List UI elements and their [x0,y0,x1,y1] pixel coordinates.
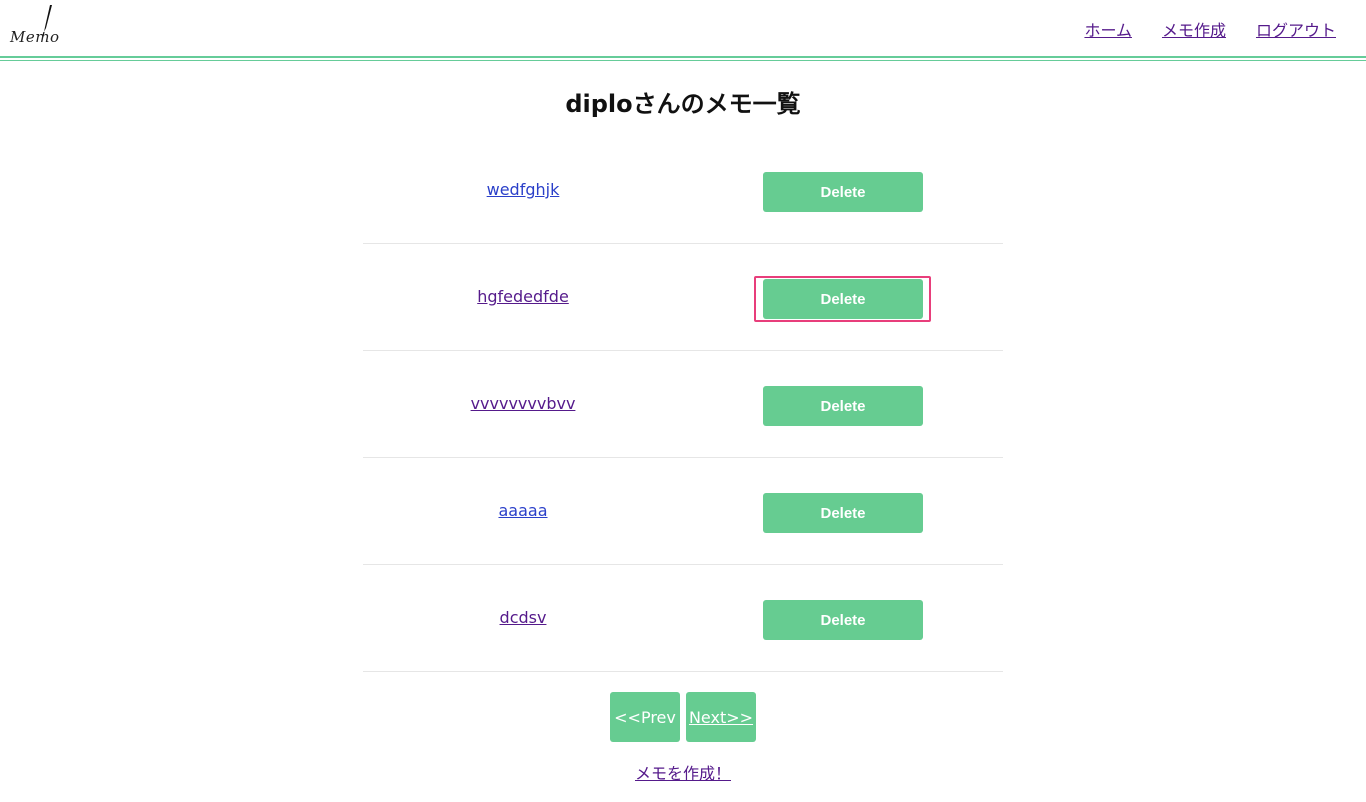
create-memo-link[interactable]: メモを作成！ [635,764,731,783]
header-divider [0,56,1366,58]
nav-create-memo-link[interactable]: メモ作成 [1162,17,1226,41]
prev-page-button[interactable]: <<Prev [610,692,680,742]
memo-row: hgfededfde Delete [363,244,1003,351]
memo-title-link[interactable]: dcdsv [363,608,683,627]
memo-row: vvvvvvvvbvv Delete [363,351,1003,458]
pagination: <<Prev Next>> [610,692,756,742]
page-title: diploさんのメモ一覧 [565,90,801,118]
logo-text: Memo [10,28,60,46]
delete-button[interactable]: Delete [763,600,923,640]
memo-row: aaaaa Delete [363,458,1003,565]
delete-button[interactable]: Delete [763,172,923,212]
nav-logout-link[interactable]: ログアウト [1256,17,1336,41]
memo-row: dcdsv Delete [363,565,1003,672]
memo-title-link[interactable]: hgfededfde [363,287,683,306]
delete-button[interactable]: Delete [763,279,923,319]
next-page-button[interactable]: Next>> [686,692,756,742]
memo-title-link[interactable]: vvvvvvvvbvv [363,394,683,413]
site-header: Memo ホーム メモ作成 ログアウト [0,0,1366,62]
create-memo-link-container: メモを作成！ [0,760,1366,784]
memo-logo[interactable]: Memo [8,2,68,52]
delete-button[interactable]: Delete [763,493,923,533]
top-nav: ホーム メモ作成 ログアウト [1084,17,1336,41]
delete-button[interactable]: Delete [763,386,923,426]
memo-row: wedfghjk Delete [363,137,1003,244]
memo-title-link[interactable]: wedfghjk [363,180,683,199]
nav-home-link[interactable]: ホーム [1084,17,1132,41]
header-divider-thin [0,60,1366,61]
memo-list: wedfghjk Delete hgfededfde Delete vvvvvv… [363,137,1003,672]
memo-title-link[interactable]: aaaaa [363,501,683,520]
